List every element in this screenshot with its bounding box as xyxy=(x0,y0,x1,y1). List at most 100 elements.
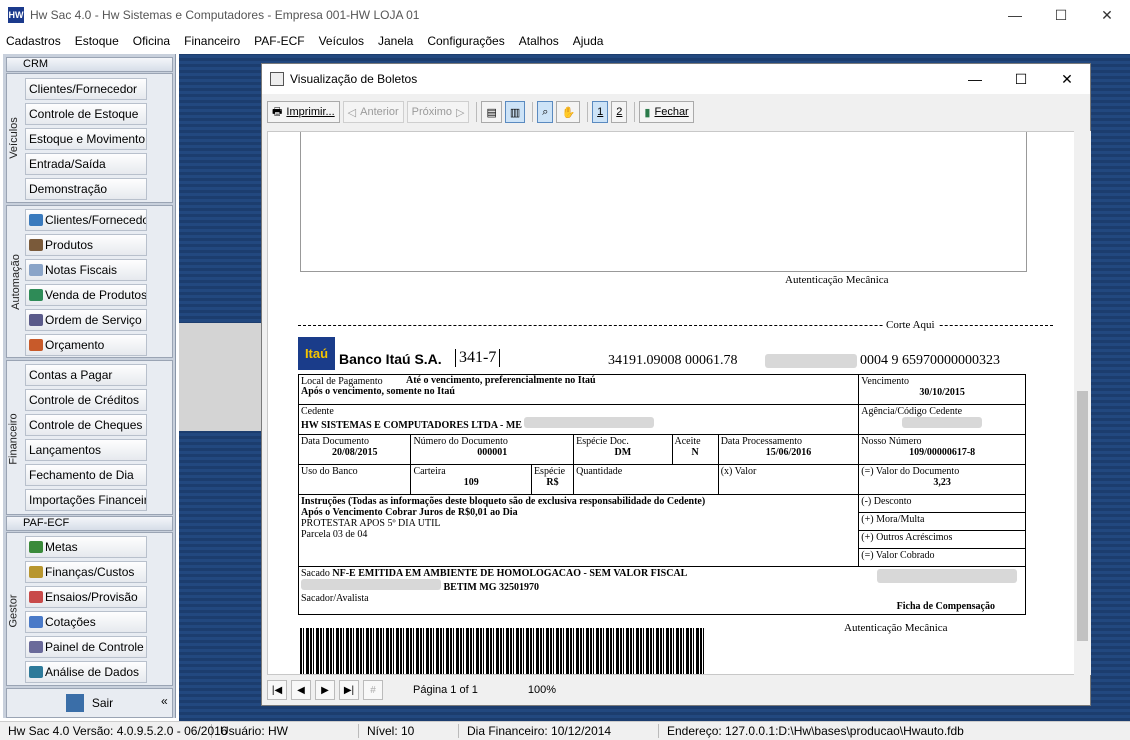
cedente-value-row: HW SISTEMAS E COMPUTADORES LTDA - ME xyxy=(301,417,856,431)
auth-mecanica-top: Autenticação Mecânica xyxy=(785,274,889,286)
redacted-cnpj xyxy=(524,417,655,428)
next-button[interactable]: Próximo ▷ xyxy=(406,101,470,123)
sidebar-item-importacoes[interactable]: Importações Financeiro xyxy=(25,489,147,511)
page-width-button[interactable]: ▥ xyxy=(504,101,526,123)
agencia-label: Agência/Código Cedente xyxy=(861,406,963,417)
sidebar-item-produtos[interactable]: Produtos xyxy=(25,234,147,256)
menu-configuracoes[interactable]: Configurações xyxy=(427,34,504,48)
maximize-icon[interactable]: ☐ xyxy=(1038,0,1084,30)
sidebar-item-notas-fiscais[interactable]: Notas Fiscais xyxy=(25,259,147,281)
close-icon[interactable]: ✕ xyxy=(1084,0,1130,30)
zoom-button[interactable]: ⌕ xyxy=(537,101,554,123)
sidebar-item-label: Notas Fiscais xyxy=(45,263,118,277)
next-page-icon[interactable]: ▶ xyxy=(315,680,335,700)
previous-page-icon[interactable]: ◀ xyxy=(291,680,311,700)
status-bar: Hw Sac 4.0 Versão: 4.0.9.5.2.0 - 06/2016… xyxy=(0,721,1130,740)
instrucao-3: Parcela 03 de 04 xyxy=(301,529,368,540)
redacted-cpf xyxy=(877,569,1017,583)
especie-label: Espécie xyxy=(533,466,566,477)
ficha-compensacao-label: Ficha de Compensação xyxy=(896,601,995,612)
menu-bar: Cadastros Estoque Oficina Financeiro PAF… xyxy=(0,30,1130,52)
group-header-crm[interactable]: CRM xyxy=(6,57,173,72)
analysis-icon xyxy=(29,666,43,678)
dialog-minimize-icon[interactable]: — xyxy=(952,64,998,94)
menu-paf-ecf[interactable]: PAF-ECF xyxy=(254,34,304,48)
group-financeiro: Financeiro Contas a Pagar Controle de Cr… xyxy=(6,360,173,515)
sidebar-item-label: Clientes/Fornecedor xyxy=(45,213,147,227)
carteira-label: Carteira xyxy=(413,466,446,477)
close-button[interactable]: ▮ Fechar xyxy=(639,101,694,123)
sidebar-item-label: Análise de Dados xyxy=(45,665,140,679)
page-2-label: 2 xyxy=(616,106,623,118)
quotation-icon xyxy=(29,616,43,628)
vertical-scrollbar[interactable] xyxy=(1074,131,1091,675)
data-documento-label: Data Documento xyxy=(301,436,370,447)
group-label-financeiro: Financeiro xyxy=(7,413,20,465)
goto-page-icon[interactable]: # xyxy=(363,680,383,700)
dialog-maximize-icon[interactable]: ☐ xyxy=(998,64,1044,94)
sidebar-item-ensaios-provisao[interactable]: Ensaios/Provisão xyxy=(25,586,147,608)
menu-veiculos[interactable]: Veículos xyxy=(319,34,364,48)
sidebar-item-contas-pagar[interactable]: Contas a Pagar xyxy=(25,364,147,386)
hand-icon: ✋ xyxy=(561,106,576,119)
sidebar-item-controle-cheques[interactable]: Controle de Cheques xyxy=(25,414,147,436)
menu-ajuda[interactable]: Ajuda xyxy=(573,34,604,48)
sidebar-item-entrada-saida[interactable]: Entrada/Saída xyxy=(25,153,147,175)
sidebar-item-demonstracao[interactable]: Demonstração xyxy=(25,178,147,200)
sidebar-item-painel-controle[interactable]: Painel de Controle xyxy=(25,636,147,658)
menu-oficina[interactable]: Oficina xyxy=(133,34,170,48)
auth-mecanica-bottom: Autenticação Mecânica xyxy=(844,622,948,634)
menu-estoque[interactable]: Estoque xyxy=(75,34,119,48)
boleto-barcode xyxy=(300,628,705,674)
printer-icon: 🖶 xyxy=(272,105,283,118)
menu-financeiro[interactable]: Financeiro xyxy=(184,34,240,48)
last-page-icon[interactable]: ▶| xyxy=(339,680,359,700)
sidebar-item-controle-estoque[interactable]: Controle de Estoque xyxy=(25,103,147,125)
sidebar-item-lancamentos[interactable]: Lançamentos xyxy=(25,439,147,461)
sidebar-item-metas[interactable]: Metas xyxy=(25,536,147,558)
collapse-sidebar-icon[interactable]: « xyxy=(161,694,168,708)
sidebar-item-estoque-movimento[interactable]: Estoque e Movimento xyxy=(25,128,147,150)
toolbar-separator xyxy=(532,102,534,122)
sidebar-item-label: Painel de Controle xyxy=(45,640,144,654)
previous-button[interactable]: ◁ Anterior xyxy=(342,101,404,123)
sidebar-item-financas-custos[interactable]: Finanças/Custos xyxy=(25,561,147,583)
sidebar-item-label: Cotações xyxy=(45,615,96,629)
forecast-icon xyxy=(29,591,43,603)
sidebar-item-fechamento-dia[interactable]: Fechamento de Dia xyxy=(25,464,147,486)
sidebar-item-venda-produtos[interactable]: Venda de Produtos xyxy=(25,284,147,306)
exit-button[interactable]: Sair xyxy=(6,688,173,718)
status-address: Endereço: 127.0.0.1:D:\Hw\bases\producao… xyxy=(667,724,964,738)
especie-doc-label: Espécie Doc. xyxy=(576,436,629,447)
print-button[interactable]: 🖶 Imprimir... xyxy=(267,101,340,123)
group-header-paf-ecf[interactable]: PAF-ECF xyxy=(6,516,173,531)
group-veiculos: Veículos Clientes/Fornecedor Controle de… xyxy=(6,73,173,203)
menu-atalhos[interactable]: Atalhos xyxy=(519,34,559,48)
minimize-icon[interactable]: — xyxy=(992,0,1038,30)
page-width-icon: ▥ xyxy=(509,106,521,119)
group-header-label: CRM xyxy=(23,58,49,70)
sidebar-item-clientes[interactable]: Clientes/Fornecedor xyxy=(25,209,147,231)
workspace-panel xyxy=(179,323,264,431)
cut-here-label: Corte Aqui xyxy=(883,319,938,331)
sidebar-item-controle-creditos[interactable]: Controle de Créditos xyxy=(25,389,147,411)
sidebar-item-cotacoes[interactable]: Cotações xyxy=(25,611,147,633)
scrollbar-thumb[interactable] xyxy=(1077,391,1088,641)
dialog-close-icon[interactable]: ✕ xyxy=(1044,64,1090,94)
sidebar-item-orcamento[interactable]: Orçamento xyxy=(25,334,147,356)
page-2-button[interactable]: 2 xyxy=(611,101,628,123)
page-1-button[interactable]: 1 xyxy=(592,101,609,123)
first-page-icon[interactable]: |◀ xyxy=(267,680,287,700)
sidebar-item-ordem-servico[interactable]: Ordem de Serviço xyxy=(25,309,147,331)
menu-cadastros[interactable]: Cadastros xyxy=(6,34,61,48)
menu-janela[interactable]: Janela xyxy=(378,34,413,48)
single-page-button[interactable]: ▤ xyxy=(481,101,502,123)
sidebar-item-analise-dados[interactable]: Análise de Dados xyxy=(25,661,147,683)
mora-label: (+) Mora/Multa xyxy=(861,514,925,525)
instrucao-1: Após o Vencimento Cobrar Juros de R$0,01… xyxy=(301,507,518,518)
barcode-digits-b: 0004 9 65970000000323 xyxy=(860,353,1000,368)
zoom-level: 100% xyxy=(527,684,556,696)
pan-button[interactable]: ✋ xyxy=(556,101,581,123)
valor-documento-value: 3,23 xyxy=(933,477,951,488)
sidebar-item-clientes-fornecedor[interactable]: Clientes/Fornecedor xyxy=(25,78,147,100)
